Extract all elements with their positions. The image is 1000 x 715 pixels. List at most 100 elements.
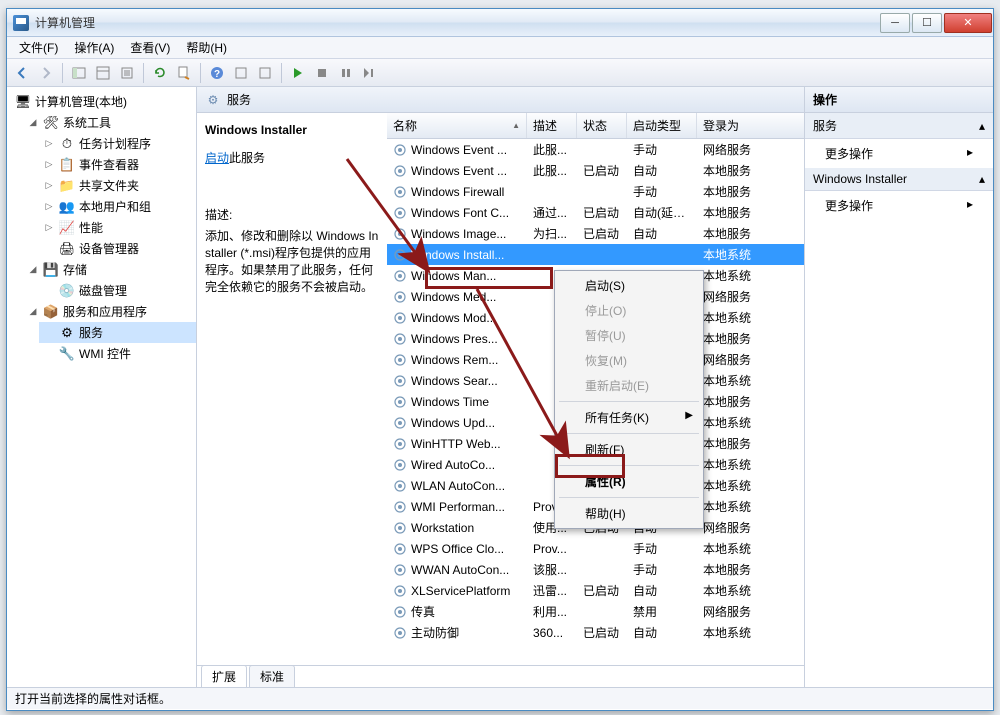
cell-logon: 本地系统 xyxy=(697,414,767,431)
collapse-icon[interactable]: ◢ xyxy=(27,306,39,318)
close-button[interactable]: ✕ xyxy=(944,13,992,33)
tree-disk-mgmt[interactable]: 💿磁盘管理 xyxy=(39,280,196,301)
gear-icon: ⚙ xyxy=(205,92,221,108)
center-pane: ⚙ 服务 Windows Installer 启动此服务 描述: 添加、修改和删… xyxy=(197,87,805,687)
tree-performance[interactable]: ▷📈性能 xyxy=(39,217,196,238)
service-row[interactable]: WPS Office Clo...Prov...手动本地系统 xyxy=(387,538,804,559)
toolbar-button-b[interactable] xyxy=(254,62,276,84)
actions-section-services[interactable]: 服务 ▴ xyxy=(805,113,993,139)
service-row[interactable]: 主动防御360...已启动自动本地系统 xyxy=(387,622,804,643)
col-status[interactable]: 状态 xyxy=(577,113,627,138)
col-logon[interactable]: 登录为 xyxy=(697,113,767,138)
expand-icon[interactable]: ▷ xyxy=(43,201,55,213)
tree-device-manager[interactable]: 🖨设备管理器 xyxy=(39,238,196,259)
gear-icon xyxy=(393,332,407,346)
service-row[interactable]: 传真利用...禁用网络服务 xyxy=(387,601,804,622)
service-row[interactable]: Windows Install...本地系统 xyxy=(387,244,804,265)
gear-icon xyxy=(393,584,407,598)
properties-button[interactable] xyxy=(92,62,114,84)
service-row[interactable]: Windows Image...为扫...已启动自动本地服务 xyxy=(387,223,804,244)
stop-service-button[interactable] xyxy=(311,62,333,84)
cm-help[interactable]: 帮助(H) xyxy=(557,501,701,526)
titlebar[interactable]: 计算机管理 ─ ☐ ✕ xyxy=(7,9,993,37)
service-row[interactable]: Windows Event ...此服...手动网络服务 xyxy=(387,139,804,160)
menu-file[interactable]: 文件(F) xyxy=(11,37,66,58)
collapse-icon[interactable]: ◢ xyxy=(27,117,39,129)
tab-standard[interactable]: 标准 xyxy=(249,665,295,687)
maximize-button[interactable]: ☐ xyxy=(912,13,942,33)
service-row[interactable]: Windows Event ...此服...已启动自动本地服务 xyxy=(387,160,804,181)
start-service-button[interactable] xyxy=(287,62,309,84)
service-row[interactable]: WWAN AutoCon...该服...手动本地服务 xyxy=(387,559,804,580)
center-tabs: 扩展 标准 xyxy=(197,665,804,687)
gear-icon xyxy=(393,542,407,556)
tab-extended[interactable]: 扩展 xyxy=(201,665,247,687)
tree-services[interactable]: ⚙服务 xyxy=(39,322,196,343)
separator xyxy=(559,433,699,434)
menubar: 文件(F) 操作(A) 查看(V) 帮助(H) xyxy=(7,37,993,59)
expand-icon[interactable]: ▷ xyxy=(43,138,55,150)
service-row[interactable]: Windows Font C...通过...已启动自动(延迟...本地服务 xyxy=(387,202,804,223)
col-name[interactable]: 名称▲ xyxy=(387,113,527,138)
menu-view[interactable]: 查看(V) xyxy=(122,37,178,58)
export-button[interactable] xyxy=(116,62,138,84)
tree-event-viewer[interactable]: ▷📋事件查看器 xyxy=(39,154,196,175)
service-row[interactable]: Windows Firewall手动本地服务 xyxy=(387,181,804,202)
tree-wmi[interactable]: 🔧WMI 控件 xyxy=(39,343,196,364)
expand-icon[interactable]: ▷ xyxy=(43,159,55,171)
service-detail: Windows Installer 启动此服务 描述: 添加、修改和删除以 Wi… xyxy=(197,113,387,665)
menu-action[interactable]: 操作(A) xyxy=(66,37,122,58)
cm-all-tasks[interactable]: 所有任务(K)▶ xyxy=(557,405,701,430)
gear-icon xyxy=(393,164,407,178)
tree-label: 性能 xyxy=(79,219,103,236)
cell-start: 手动 xyxy=(627,183,697,200)
restart-service-button[interactable] xyxy=(359,62,381,84)
cm-properties[interactable]: 属性(R) xyxy=(557,469,701,494)
tree-shared-folders[interactable]: ▷📁共享文件夹 xyxy=(39,175,196,196)
help-button[interactable]: ? xyxy=(206,62,228,84)
cell-name: Windows Time xyxy=(387,395,527,409)
start-service-link[interactable]: 启动 xyxy=(205,151,229,165)
tree-root[interactable]: 🖥 计算机管理(本地) xyxy=(7,91,196,112)
service-row[interactable]: XLServicePlatform迅雷...已启动自动本地系统 xyxy=(387,580,804,601)
submenu-arrow-icon: ▶ xyxy=(685,410,693,421)
cm-start[interactable]: 启动(S) xyxy=(557,273,701,298)
actions-section-installer[interactable]: Windows Installer ▴ xyxy=(805,168,993,191)
actions-more-1[interactable]: 更多操作 ▸ xyxy=(805,139,993,168)
tree-local-users[interactable]: ▷👥本地用户和组 xyxy=(39,196,196,217)
collapse-icon: ▴ xyxy=(979,119,985,133)
refresh-button[interactable] xyxy=(149,62,171,84)
nav-forward-button[interactable] xyxy=(35,62,57,84)
tree-task-scheduler[interactable]: ▷⏱任务计划程序 xyxy=(39,133,196,154)
cell-start: 手动 xyxy=(627,141,697,158)
cm-refresh[interactable]: 刷新(F) xyxy=(557,437,701,462)
center-body: Windows Installer 启动此服务 描述: 添加、修改和删除以 Wi… xyxy=(197,113,804,665)
cm-pause: 暂停(U) xyxy=(557,323,701,348)
cell-logon: 网络服务 xyxy=(697,288,767,305)
col-desc[interactable]: 描述 xyxy=(527,113,577,138)
collapse-icon[interactable]: ◢ xyxy=(27,264,39,276)
cell-name: Wired AutoCo... xyxy=(387,458,527,472)
pause-service-button[interactable] xyxy=(335,62,357,84)
nav-back-button[interactable] xyxy=(11,62,33,84)
minimize-button[interactable]: ─ xyxy=(880,13,910,33)
col-start[interactable]: 启动类型 xyxy=(627,113,697,138)
export-list-button[interactable] xyxy=(173,62,195,84)
cell-name: WWAN AutoCon... xyxy=(387,563,527,577)
show-hide-tree-button[interactable] xyxy=(68,62,90,84)
toolbar-button-a[interactable] xyxy=(230,62,252,84)
actions-more-2[interactable]: 更多操作 ▸ xyxy=(805,191,993,220)
tree-pane[interactable]: 🖥 计算机管理(本地) ◢ 🛠 系统工具 ▷⏱任务计划程序 ▷📋事件查看器 ▷📁… xyxy=(7,87,197,687)
tree-system-tools[interactable]: ◢ 🛠 系统工具 xyxy=(23,112,196,133)
expand-icon[interactable]: ▷ xyxy=(43,180,55,192)
arrow-icon: ▸ xyxy=(967,197,973,214)
menu-help[interactable]: 帮助(H) xyxy=(178,37,235,58)
users-icon: 👥 xyxy=(59,199,75,215)
gear-icon xyxy=(393,290,407,304)
expand-icon[interactable]: ▷ xyxy=(43,222,55,234)
tree-storage[interactable]: ◢ 💾 存储 xyxy=(23,259,196,280)
gear-icon xyxy=(393,605,407,619)
tree-services-apps[interactable]: ◢ 📦 服务和应用程序 xyxy=(23,301,196,322)
cell-name: Windows Image... xyxy=(387,227,527,241)
gear-icon xyxy=(393,269,407,283)
